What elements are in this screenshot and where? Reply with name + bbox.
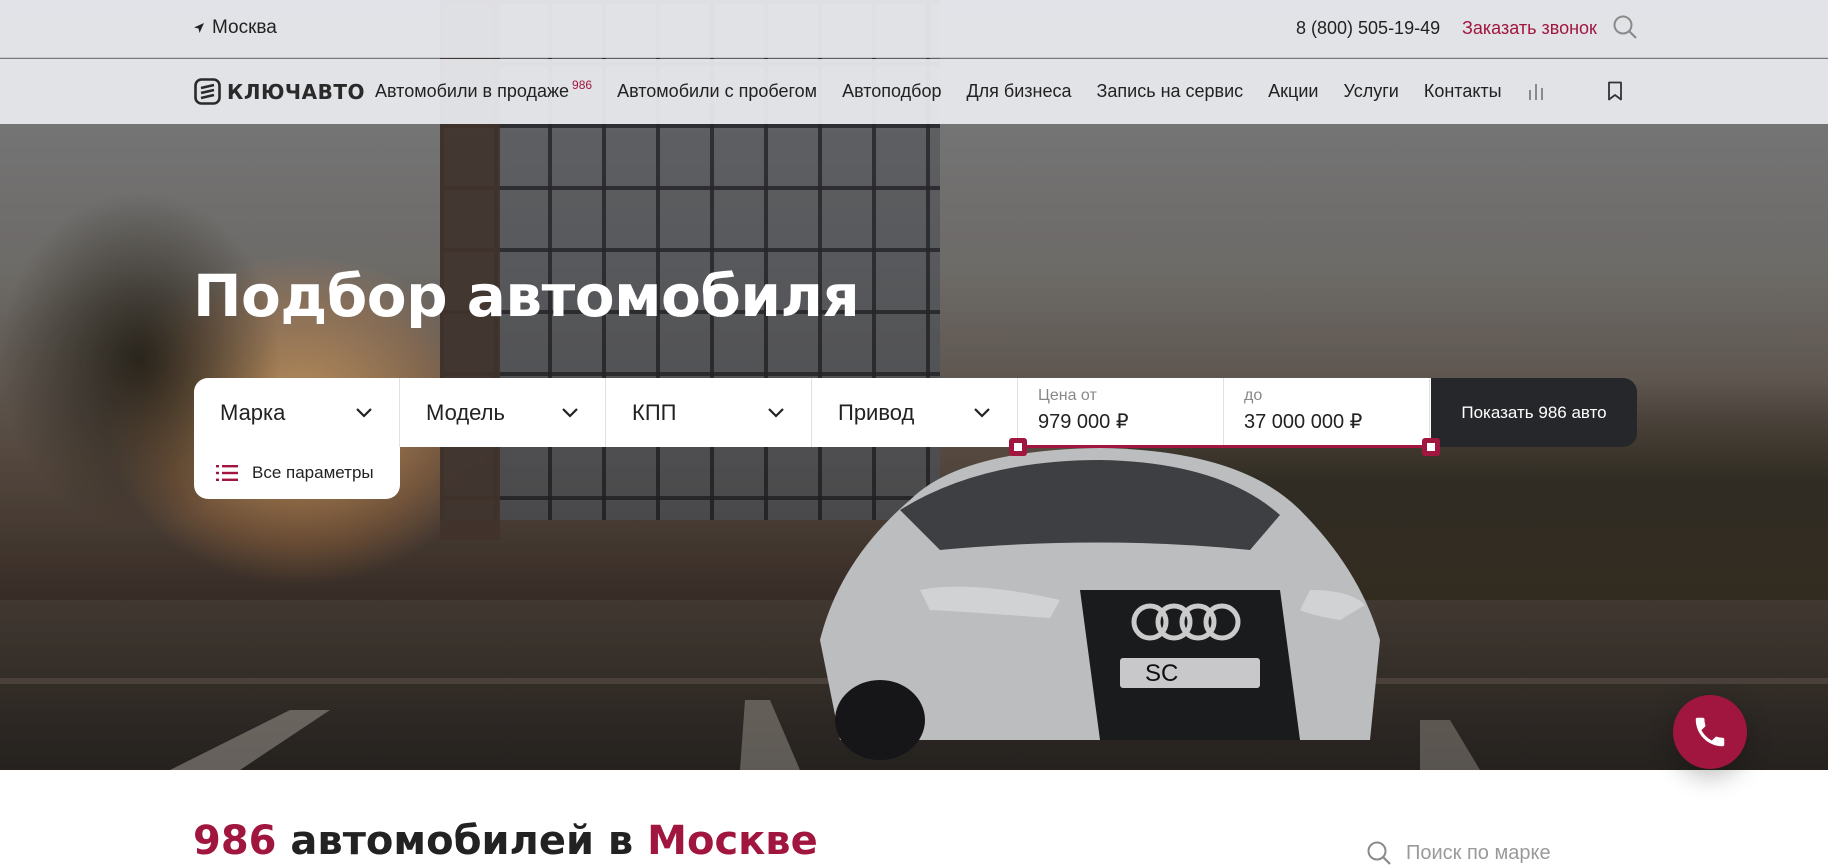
price-slider-min-handle[interactable] xyxy=(1009,438,1027,456)
city-label: Москва xyxy=(212,17,277,38)
brand-select[interactable]: Марка xyxy=(194,378,400,447)
nav-item-promotions[interactable]: Акции xyxy=(1268,81,1318,102)
price-to-value: 37 000 000 ₽ xyxy=(1244,411,1363,433)
brand-select-label: Марка xyxy=(220,399,286,425)
logo[interactable]: КЛЮЧАВТО xyxy=(194,78,365,105)
city-selector[interactable]: Москва xyxy=(194,17,277,39)
gearbox-select-label: КПП xyxy=(632,399,677,425)
hero-title: Подбор автомобиля xyxy=(193,262,860,330)
price-slider-track[interactable] xyxy=(1018,445,1431,448)
chevron-down-icon xyxy=(768,407,784,418)
show-cars-button[interactable]: Показать 986 авто xyxy=(1431,378,1637,447)
top-bar: Москва 8 (800) 505-19-49 Заказать звонок xyxy=(0,0,1828,58)
bookmark-icon[interactable] xyxy=(1606,81,1624,101)
search-icon xyxy=(1367,841,1391,865)
phone-icon xyxy=(1695,717,1725,747)
main-nav-bar: КЛЮЧАВТО Автомобили в продаже 986 Автомоб… xyxy=(0,59,1828,124)
nav-item-services[interactable]: Услуги xyxy=(1343,81,1398,102)
nav-item-contacts[interactable]: Контакты xyxy=(1424,81,1502,102)
nav-item-used-cars[interactable]: Автомобили с пробегом xyxy=(617,81,817,102)
logo-icon xyxy=(194,78,221,105)
logo-text: КЛЮЧАВТО xyxy=(227,79,365,104)
listing-title: 986 автомобилей в Москве xyxy=(193,818,818,864)
all-params-button[interactable]: Все параметры xyxy=(194,447,400,499)
model-select[interactable]: Модель xyxy=(400,378,606,447)
drive-select-label: Привод xyxy=(838,399,915,425)
list-icon xyxy=(216,465,238,481)
all-params-label: Все параметры xyxy=(252,463,374,482)
price-from-field[interactable]: Цена от 979 000 ₽ xyxy=(1018,378,1224,447)
chevron-down-icon xyxy=(356,407,372,418)
call-button[interactable] xyxy=(1673,695,1747,769)
listing-city: Москве xyxy=(647,818,818,864)
price-to-label: до xyxy=(1244,387,1263,404)
price-from-value: 979 000 ₽ xyxy=(1038,411,1129,433)
listing-title-middle: автомобилей в xyxy=(276,818,648,864)
chevron-down-icon xyxy=(974,407,990,418)
model-select-label: Модель xyxy=(426,399,505,425)
phone-link[interactable]: 8 (800) 505-19-49 xyxy=(1296,18,1440,39)
main-nav: Автомобили в продаже 986 Автомобили с про… xyxy=(375,78,1502,102)
price-slider-max-handle[interactable] xyxy=(1422,438,1440,456)
callback-link[interactable]: Заказать звонок xyxy=(1462,18,1597,39)
chevron-down-icon xyxy=(562,407,578,418)
price-from-label: Цена от xyxy=(1038,387,1097,404)
nav-item-car-selection[interactable]: Автоподбор xyxy=(842,81,941,102)
cars-count-badge: 986 xyxy=(572,78,593,92)
brand-search-placeholder: Поиск по марке xyxy=(1406,841,1551,864)
chart-icon[interactable] xyxy=(1527,82,1545,100)
price-to-field[interactable]: до 37 000 000 ₽ xyxy=(1224,378,1430,447)
car-filter-bar: Марка Модель КПП Привод Цена от 979 000 … xyxy=(194,378,1637,456)
nav-item-cars-for-sale[interactable]: Автомобили в продаже 986 xyxy=(375,78,593,102)
nav-item-business[interactable]: Для бизнеса xyxy=(966,81,1071,102)
drive-select[interactable]: Привод xyxy=(812,378,1018,447)
price-range: Цена от 979 000 ₽ до 37 000 000 ₽ xyxy=(1009,378,1440,456)
search-icon[interactable] xyxy=(1612,14,1638,40)
location-arrow-icon xyxy=(194,23,204,33)
brand-search-field[interactable]: Поиск по марке xyxy=(1366,840,1551,866)
listing-count: 986 xyxy=(193,818,277,864)
gearbox-select[interactable]: КПП xyxy=(606,378,812,447)
nav-item-service-booking[interactable]: Запись на сервис xyxy=(1097,81,1244,102)
